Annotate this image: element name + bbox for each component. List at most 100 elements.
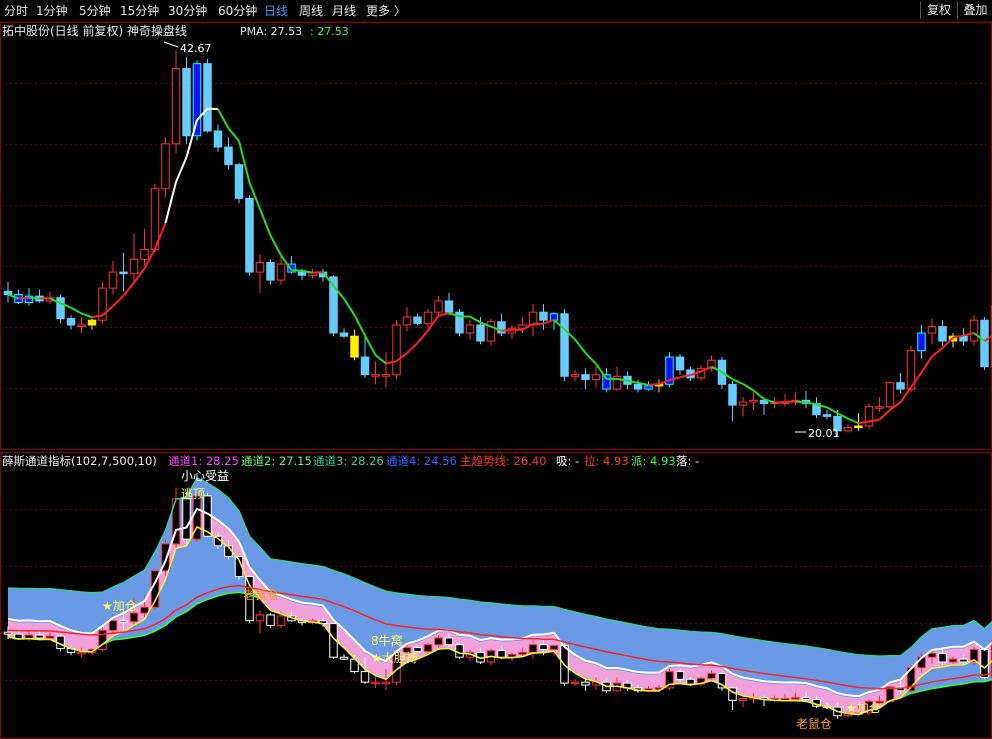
ma-line-segment (406, 342, 419, 354)
kline-candle (66, 315, 76, 330)
kline-candle (728, 381, 737, 422)
kline-candle (129, 233, 139, 284)
kline-candle (35, 289, 44, 303)
ma-line-segment (416, 329, 429, 344)
kline-candle (675, 353, 685, 375)
kline-candle (497, 313, 506, 337)
ma-line-segment (18, 296, 30, 300)
signal-label: 老鼠仓 (243, 588, 279, 602)
kline-candle (245, 195, 254, 276)
kline-candle (980, 316, 989, 370)
ma-line-segment (269, 235, 282, 256)
kline-candle (87, 318, 97, 330)
ma-line-segment (920, 355, 933, 373)
kline-candle (822, 409, 832, 420)
kline-candle (917, 324, 926, 359)
kline-candle (906, 345, 916, 393)
kline-chart[interactable]: 拓中股份(日线 前复权) 神奇操盘线 PMA: 27.53 : 27.53 42… (0, 22, 992, 450)
ma-line-segment (81, 312, 93, 319)
kline-candle (644, 381, 653, 391)
ma-line-segment (501, 328, 513, 332)
kline-candle (507, 324, 517, 340)
ma-line-segment (795, 400, 807, 404)
kline-candle (938, 320, 947, 346)
ma-line-segment (878, 409, 891, 421)
kline-candle (339, 328, 349, 338)
ma-line-segment (70, 306, 82, 315)
signal-label: 逃顶 (181, 487, 205, 501)
tab-30min[interactable]: 30分钟 (168, 2, 207, 19)
ma-line-segment (469, 315, 481, 324)
pma-value: : 27.53 (310, 25, 349, 38)
indicator-candle (570, 679, 580, 686)
kline-candle (371, 361, 380, 385)
ma-line-segment (227, 127, 240, 142)
overlay-button[interactable]: 叠加 (957, 1, 992, 19)
ma-line-segment (28, 296, 40, 300)
fuquan-button[interactable]: 复权 (920, 1, 957, 19)
kline-candle (875, 397, 884, 412)
kline-candle (108, 260, 118, 295)
indicator-candle (255, 610, 265, 634)
ma-line-segment (584, 352, 597, 365)
tab-fenshi[interactable]: 分时 (4, 2, 28, 19)
tab-60min[interactable]: 60分钟 (218, 2, 257, 19)
kline-candle (528, 304, 538, 337)
kline-candle (381, 352, 391, 388)
tab-month[interactable]: 月线 (332, 2, 356, 19)
pma-label: PMA: 27.53 (240, 25, 302, 38)
kline-candle (885, 381, 895, 409)
kline-candle (455, 308, 464, 337)
kline-candle (812, 397, 821, 418)
kline-candle (234, 163, 244, 204)
xues-channel-chart[interactable]: 小心受益逃顶★加仓老鼠仓8牛窝★大胆搏老鼠仓★加仓 薛斯通道指标(102,7,5… (0, 452, 992, 739)
trend-line-value: 主趋势线: 26.40 (460, 454, 546, 468)
kline-candle (171, 49, 181, 154)
kline-candle (738, 397, 748, 417)
kline-candle (3, 281, 13, 303)
kline-candle (539, 304, 548, 330)
ma-line-segment (112, 295, 125, 307)
ma-line-segment (207, 107, 219, 111)
stock-title: 拓中股份(日线 前复权) 神奇操盘线 (2, 23, 187, 38)
high-pointer (163, 41, 179, 48)
high-price-label: 42.67 (180, 42, 212, 55)
tab-5min[interactable]: 5分钟 (79, 2, 111, 19)
kline-candle (486, 318, 496, 346)
signal-label: ★加仓 (102, 599, 137, 613)
kline-candle (255, 254, 265, 293)
low-price-label: 20.01 (808, 427, 840, 440)
kline-candle (801, 390, 811, 409)
tab-15min[interactable]: 15分钟 (120, 2, 159, 19)
signal-label: 8牛窝 (371, 633, 403, 648)
tab-day[interactable]: 日线 (264, 2, 288, 19)
kline-candle (224, 137, 233, 170)
ma-line-segment (648, 382, 660, 386)
tab-more[interactable]: 更多 〉 (366, 2, 406, 19)
kline-candle (444, 292, 454, 316)
ma-line-segment (931, 347, 944, 358)
indicator-name: 薛斯通道指标(102,7,500,10) (2, 454, 157, 468)
kline-candle (665, 352, 674, 388)
channel2-value: 通道2: 27.15 (241, 454, 312, 468)
indicator-candle (696, 676, 706, 686)
tab-1min[interactable]: 1分钟 (36, 2, 68, 19)
ma-line-segment (175, 156, 188, 183)
tab-week[interactable]: 周线 (299, 2, 323, 19)
kline-candle (602, 368, 611, 393)
kline-candle (581, 368, 590, 390)
signal-label: 老鼠仓 (796, 717, 832, 731)
ma-line-segment (217, 108, 230, 129)
kline-candle (98, 281, 107, 324)
kline-candle (402, 307, 412, 332)
ma-line-segment (847, 417, 859, 425)
ma-line-segment (364, 335, 377, 356)
kline-candle (560, 308, 569, 382)
ma-line-segment (291, 269, 303, 272)
ma-line-segment (312, 271, 324, 274)
kline-candle (350, 329, 359, 361)
signal-label: 小心受益 (181, 469, 229, 483)
indicator-candle (738, 695, 748, 708)
ma-line-segment (732, 378, 744, 385)
ma-line-segment (353, 314, 366, 337)
